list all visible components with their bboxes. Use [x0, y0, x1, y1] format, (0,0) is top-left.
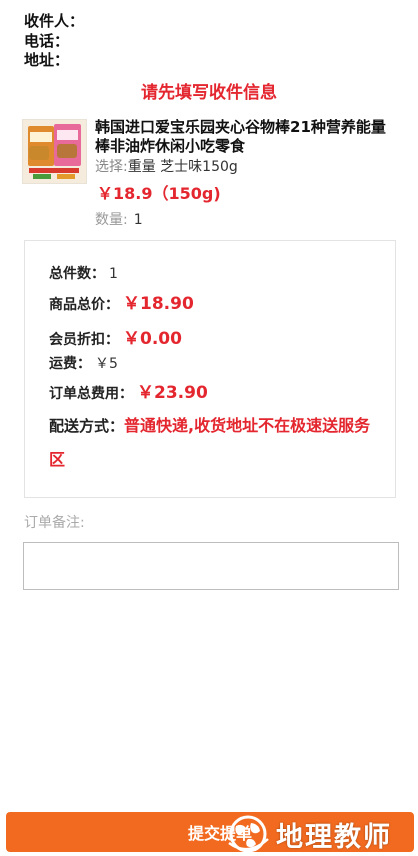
total-count-label: 总件数：: [49, 266, 105, 282]
receiver-info: 收件人： 电话： 地址：: [24, 12, 84, 71]
delivery-method-label: 配送方式：: [49, 417, 125, 435]
shipping-fee-value: ￥5: [95, 356, 118, 372]
goods-total-value: ￥18.90: [123, 294, 194, 314]
order-remark-label: 订单备注:: [24, 515, 85, 531]
submit-order-label: 提交提单: [187, 826, 252, 843]
total-count-row: 总件数： 1: [49, 263, 118, 283]
order-remark-input[interactable]: [23, 542, 399, 590]
submit-order-button[interactable]: 提交提单: [6, 812, 414, 852]
qty-label: 数量:: [95, 212, 128, 228]
delivery-method-row: 配送方式：普通快递,收货地址不在极速送服务区: [49, 409, 374, 476]
product-quantity: 数量: 1: [95, 209, 143, 229]
product-price: ￥18.9（150g): [97, 184, 221, 203]
shipping-fee-row: 运费： ￥5: [49, 353, 118, 373]
fill-address-prompt[interactable]: 请先填写收件信息: [0, 78, 418, 103]
order-total-value: ￥23.90: [137, 383, 208, 403]
product-spec: 选择:重量 芝士味150g: [95, 156, 238, 176]
total-count-value: 1: [109, 266, 118, 282]
member-discount-value: ￥0.00: [123, 329, 182, 349]
member-discount-label: 会员折扣：: [49, 332, 119, 348]
product-thumbnail: [22, 119, 87, 184]
order-summary: 总件数： 1 商品总价： ￥18.90 会员折扣： ￥0.00 运费： ￥5 订单总费用…: [24, 240, 396, 498]
spec-label: 选择:: [95, 159, 128, 175]
receiver-label: 收件人：: [24, 12, 85, 30]
member-discount-row: 会员折扣： ￥0.00: [49, 324, 182, 349]
shipping-fee-label: 运费：: [49, 356, 91, 372]
product-title[interactable]: 韩国进口爱宝乐园夹心谷物棒21种营养能量棒非油炸休闲小吃零食: [95, 118, 400, 156]
product-item: 韩国进口爱宝乐园夹心谷物棒21种营养能量棒非油炸休闲小吃零食 选择:重量 芝士味…: [22, 116, 402, 236]
order-total-label: 订单总费用：: [49, 386, 133, 402]
spec-value: 重量 芝士味150g: [127, 159, 238, 175]
address-label: 地址：: [24, 51, 70, 69]
goods-total-label: 商品总价：: [49, 297, 119, 313]
goods-total-row: 商品总价： ￥18.90: [49, 289, 194, 314]
qty-value: 1: [133, 212, 143, 228]
phone-label: 电话：: [24, 31, 70, 50]
order-total-row: 订单总费用： ￥23.90: [49, 378, 208, 403]
